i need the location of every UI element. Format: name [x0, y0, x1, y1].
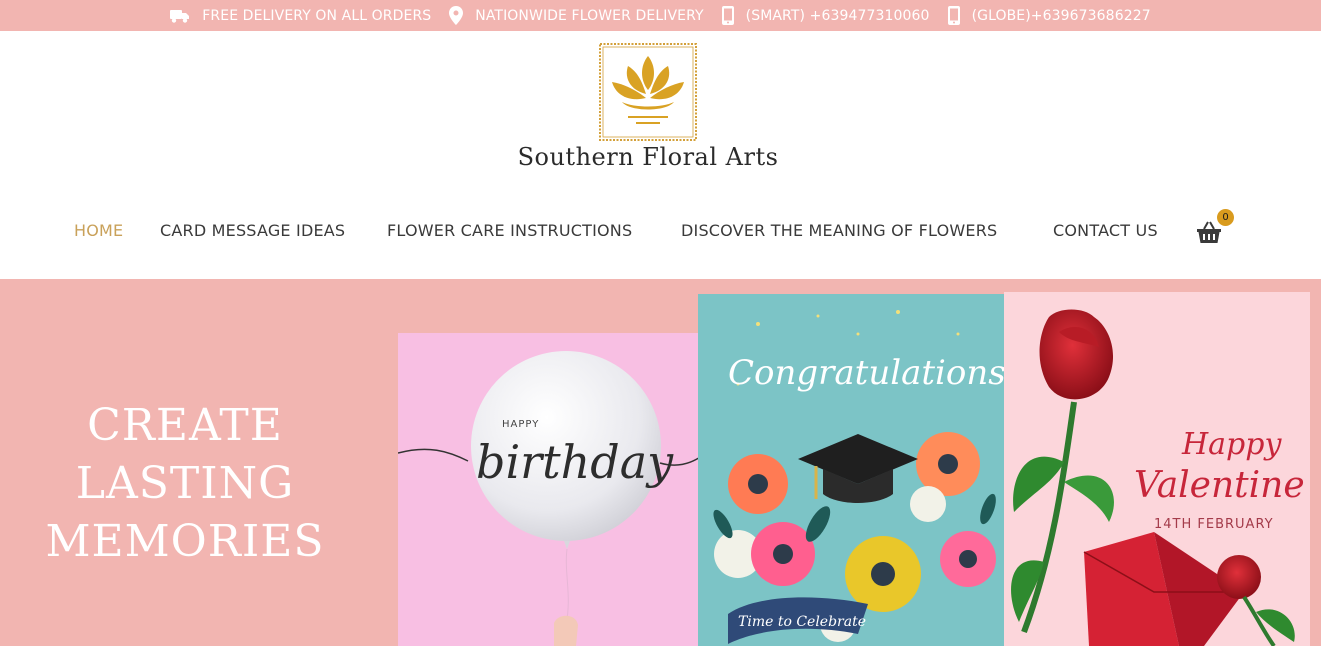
valentine-card-image: Happy Valentine 14TH FEBRUARY	[1004, 292, 1310, 646]
congratulations-title: Congratulations!	[728, 353, 1004, 393]
hero-title: CREATE LASTING MEMORIES	[30, 397, 340, 571]
valentine-line2: Valentine	[1134, 465, 1305, 506]
truck-icon	[170, 9, 190, 23]
hero-banner: CREATE LASTING MEMORIES HAPPY birthday C…	[0, 279, 1321, 646]
globe-phone-info[interactable]: (GLOBE)+639673686227	[947, 6, 1151, 25]
main-navigation: HOME CARD MESSAGE IDEAS FLOWER CARE INST…	[0, 209, 1321, 247]
top-info-bar: FREE DELIVERY ON ALL ORDERS NATIONWIDE F…	[0, 0, 1321, 31]
birthday-small-text: HAPPY	[502, 419, 539, 430]
smart-phone-info[interactable]: (SMART) +639477310060	[721, 6, 930, 25]
hero-title-line: LASTING	[75, 458, 295, 509]
nav-home[interactable]: HOME	[74, 221, 123, 240]
nav-meaning-of-flowers[interactable]: DISCOVER THE MEANING OF FLOWERS	[681, 221, 997, 240]
smart-phone-text[interactable]: (SMART) +639477310060	[746, 8, 930, 24]
congratulations-footer: Time to Celebrate	[738, 614, 866, 630]
site-header: Southern Floral Arts HOME CARD MESSAGE I…	[0, 31, 1321, 279]
free-delivery-info: FREE DELIVERY ON ALL ORDERS	[170, 8, 431, 24]
nav-card-message-ideas[interactable]: CARD MESSAGE IDEAS	[160, 221, 345, 240]
free-delivery-text: FREE DELIVERY ON ALL ORDERS	[202, 7, 432, 24]
nav-flower-care-instructions[interactable]: FLOWER CARE INSTRUCTIONS	[387, 221, 632, 240]
nationwide-text: NATIONWIDE FLOWER DELIVERY	[475, 7, 704, 24]
valentine-line1: Happy	[1181, 427, 1282, 462]
birthday-card-image: HAPPY birthday	[398, 333, 720, 646]
birthday-big-text: birthday	[476, 435, 674, 489]
phone-icon	[947, 6, 960, 25]
congratulations-card-image: Congratulations! Time to Celebrate	[698, 294, 1004, 646]
valentine-date: 14TH FEBRUARY	[1154, 517, 1274, 532]
cart-basket-icon	[1197, 221, 1221, 243]
lotus-logo-icon[interactable]	[598, 42, 698, 142]
cart-count-badge: 0	[1217, 209, 1234, 226]
brand-name[interactable]: Southern Floral Arts	[500, 143, 796, 171]
cart-button[interactable]: 0	[1196, 209, 1236, 249]
nav-contact-us[interactable]: CONTACT US	[1053, 221, 1158, 240]
hero-title-line: MEMORIES	[45, 516, 325, 567]
hero-title-line: CREATE	[87, 400, 283, 451]
nationwide-info: NATIONWIDE FLOWER DELIVERY	[449, 6, 704, 25]
globe-phone-text[interactable]: (GLOBE)+639673686227	[972, 8, 1151, 24]
phone-icon	[721, 6, 734, 25]
location-pin-icon	[449, 6, 464, 25]
